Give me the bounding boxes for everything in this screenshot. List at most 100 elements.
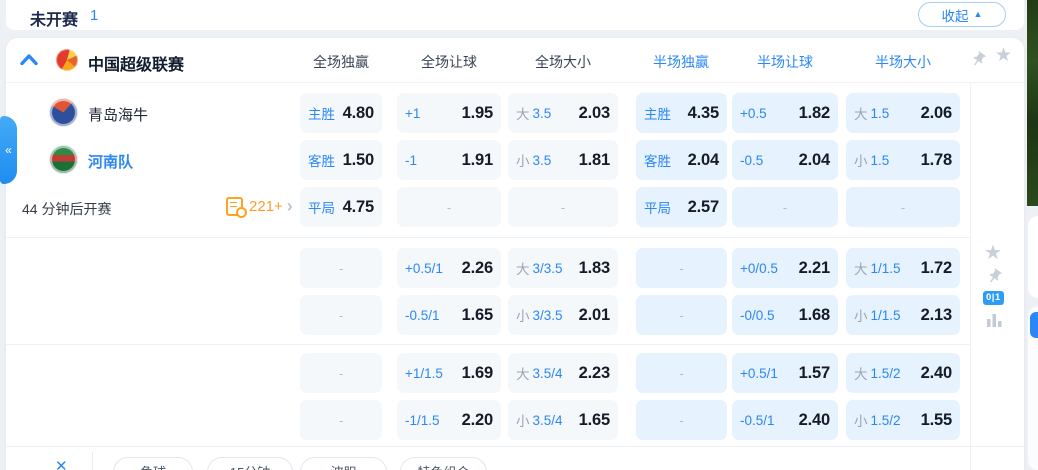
- odds-cell[interactable]: 小1/1.5 2.13: [846, 295, 960, 335]
- odds-value: 2.04: [799, 151, 830, 170]
- chevron-up-icon[interactable]: [20, 53, 38, 66]
- odds-cell[interactable]: 大3.5/42.23: [508, 353, 618, 393]
- odds-label: -0.5: [740, 153, 763, 168]
- odds-cell[interactable]: -0.5/11.65: [397, 295, 501, 335]
- empty-odds-dash: -: [783, 200, 787, 215]
- match-count: 1: [90, 7, 98, 24]
- column-header-half-total: 半场大小: [843, 52, 963, 72]
- odds-label: 大: [854, 103, 868, 123]
- odds-cell[interactable]: -11.91: [397, 140, 501, 180]
- odds-cell[interactable]: -0/0.51.68: [732, 295, 838, 335]
- top-status-bar: 未开赛 1 收起 ▲: [6, 0, 1024, 30]
- odds-cell[interactable]: +0/0.52.21: [732, 248, 838, 288]
- odds-cell[interactable]: 大3/3.51.83: [508, 248, 618, 288]
- odds-value: 2.40: [799, 411, 830, 430]
- column-header-half-win: 半场独赢: [621, 52, 741, 72]
- odds-label: 大: [516, 103, 530, 123]
- odds-cell[interactable]: 小3/3.52.01: [508, 295, 618, 335]
- odds-value: 1.82: [799, 104, 830, 123]
- odds-label: +0.5/1: [740, 366, 778, 381]
- odds-value: 2.13: [921, 306, 952, 325]
- odds-cell-empty: -: [732, 187, 838, 227]
- odds-cell[interactable]: 平局4.75: [300, 187, 382, 227]
- more-markets-button[interactable]: 221+ ›: [226, 195, 293, 217]
- empty-odds-dash: -: [447, 200, 451, 215]
- odds-cell-empty: -: [397, 187, 501, 227]
- odds-cell[interactable]: 主胜4.35: [636, 93, 727, 133]
- pin-match-icon[interactable]: [986, 268, 1003, 285]
- odds-cell[interactable]: 小1.5/21.55: [846, 400, 960, 440]
- odds-cell[interactable]: +11.95: [397, 93, 501, 133]
- odds-label: -1: [405, 153, 417, 168]
- odds-label: 主胜: [644, 103, 671, 123]
- odds-line: 1/1.5: [871, 308, 901, 323]
- collapse-section-button[interactable]: 收起 ▲: [918, 2, 1006, 27]
- favorite-star-icon[interactable]: ★: [984, 243, 1002, 263]
- odds-cell-empty: -: [636, 295, 727, 335]
- odds-cell-empty: -: [300, 353, 382, 393]
- odds-cell[interactable]: +1/1.51.69: [397, 353, 501, 393]
- empty-odds-dash: -: [679, 308, 683, 323]
- match-status-label: 未开赛: [30, 6, 78, 30]
- tab-corners[interactable]: 角球: [113, 457, 193, 470]
- odds-cell[interactable]: 大1/1.51.72: [846, 248, 960, 288]
- odds-value: 1.65: [462, 306, 493, 325]
- odds-value: 1.78: [921, 151, 952, 170]
- odds-label: -0.5/1: [740, 413, 775, 428]
- odds-cell[interactable]: 主胜4.80: [300, 93, 382, 133]
- odds-value: 1.69: [462, 364, 493, 383]
- odds-cell[interactable]: 大1.52.06: [846, 93, 960, 133]
- odds-label: +0.5: [740, 106, 767, 121]
- odds-cell[interactable]: 小1.51.78: [846, 140, 960, 180]
- tab-15min[interactable]: 15分钟: [207, 457, 293, 470]
- odds-cell[interactable]: -0.5/1 2.40: [732, 400, 838, 440]
- column-header-full-total: 全场大小: [503, 52, 623, 72]
- home-team-name[interactable]: 青岛海牛: [88, 104, 148, 125]
- odds-cell[interactable]: 客胜1.50: [300, 140, 382, 180]
- odds-value: 2.01: [579, 306, 610, 325]
- odds-cell-empty: -: [300, 400, 382, 440]
- odds-cell-empty: -: [846, 187, 960, 227]
- odds-label: -1/1.5: [405, 413, 440, 428]
- empty-odds-dash: -: [901, 200, 905, 215]
- odds-cell[interactable]: +0.5 1.82: [732, 93, 838, 133]
- odds-label: 小: [854, 305, 868, 325]
- column-header-full-handicap: 全场让球: [389, 52, 509, 72]
- odds-cell[interactable]: 小3.51.81: [508, 140, 618, 180]
- vertical-divider: [970, 83, 971, 470]
- pin-icon[interactable]: [970, 51, 987, 68]
- odds-value: 1.81: [579, 151, 610, 170]
- odds-cell[interactable]: -0.5 2.04: [732, 140, 838, 180]
- score-badge[interactable]: 0|1: [983, 291, 1004, 305]
- empty-odds-dash: -: [339, 261, 343, 276]
- close-markets-icon[interactable]: ✕: [55, 459, 68, 470]
- odds-cell[interactable]: -1/1.52.20: [397, 400, 501, 440]
- odds-cell[interactable]: 大3.52.03: [508, 93, 618, 133]
- stats-bars-icon[interactable]: [987, 312, 1003, 327]
- tab-special-combo[interactable]: 特色组合: [400, 457, 487, 470]
- odds-cell[interactable]: 客胜2.04: [636, 140, 727, 180]
- sidebar-collapse-handle[interactable]: «: [0, 116, 17, 184]
- odds-cell[interactable]: 平局2.57: [636, 187, 727, 227]
- odds-value: 2.26: [462, 259, 493, 278]
- away-team-name[interactable]: 河南队: [88, 151, 133, 172]
- markets-count: 221+: [249, 198, 283, 215]
- group-separator: [6, 237, 970, 238]
- odds-label: -0/0.5: [740, 308, 775, 323]
- odds-line: 3/3.5: [533, 308, 563, 323]
- league-logo-icon: [56, 49, 78, 71]
- empty-odds-dash: -: [339, 413, 343, 428]
- tab-correct-score[interactable]: 波胆: [300, 457, 387, 470]
- star-icon[interactable]: ★: [995, 46, 1012, 65]
- odds-cell[interactable]: +0.5/11.57: [732, 353, 838, 393]
- pitch-photo-edge: [1027, 0, 1038, 206]
- odds-value: 1.50: [343, 151, 374, 170]
- odds-cell[interactable]: 大1.5/22.40: [846, 353, 960, 393]
- odds-line: 3.5/4: [533, 413, 563, 428]
- odds-cell[interactable]: 小3.5/41.65: [508, 400, 618, 440]
- odds-label: 大: [516, 258, 530, 278]
- empty-odds-dash: -: [679, 261, 683, 276]
- odds-cell[interactable]: +0.5/12.26: [397, 248, 501, 288]
- odds-value: 2.57: [688, 198, 719, 217]
- odds-label: 大: [854, 363, 868, 383]
